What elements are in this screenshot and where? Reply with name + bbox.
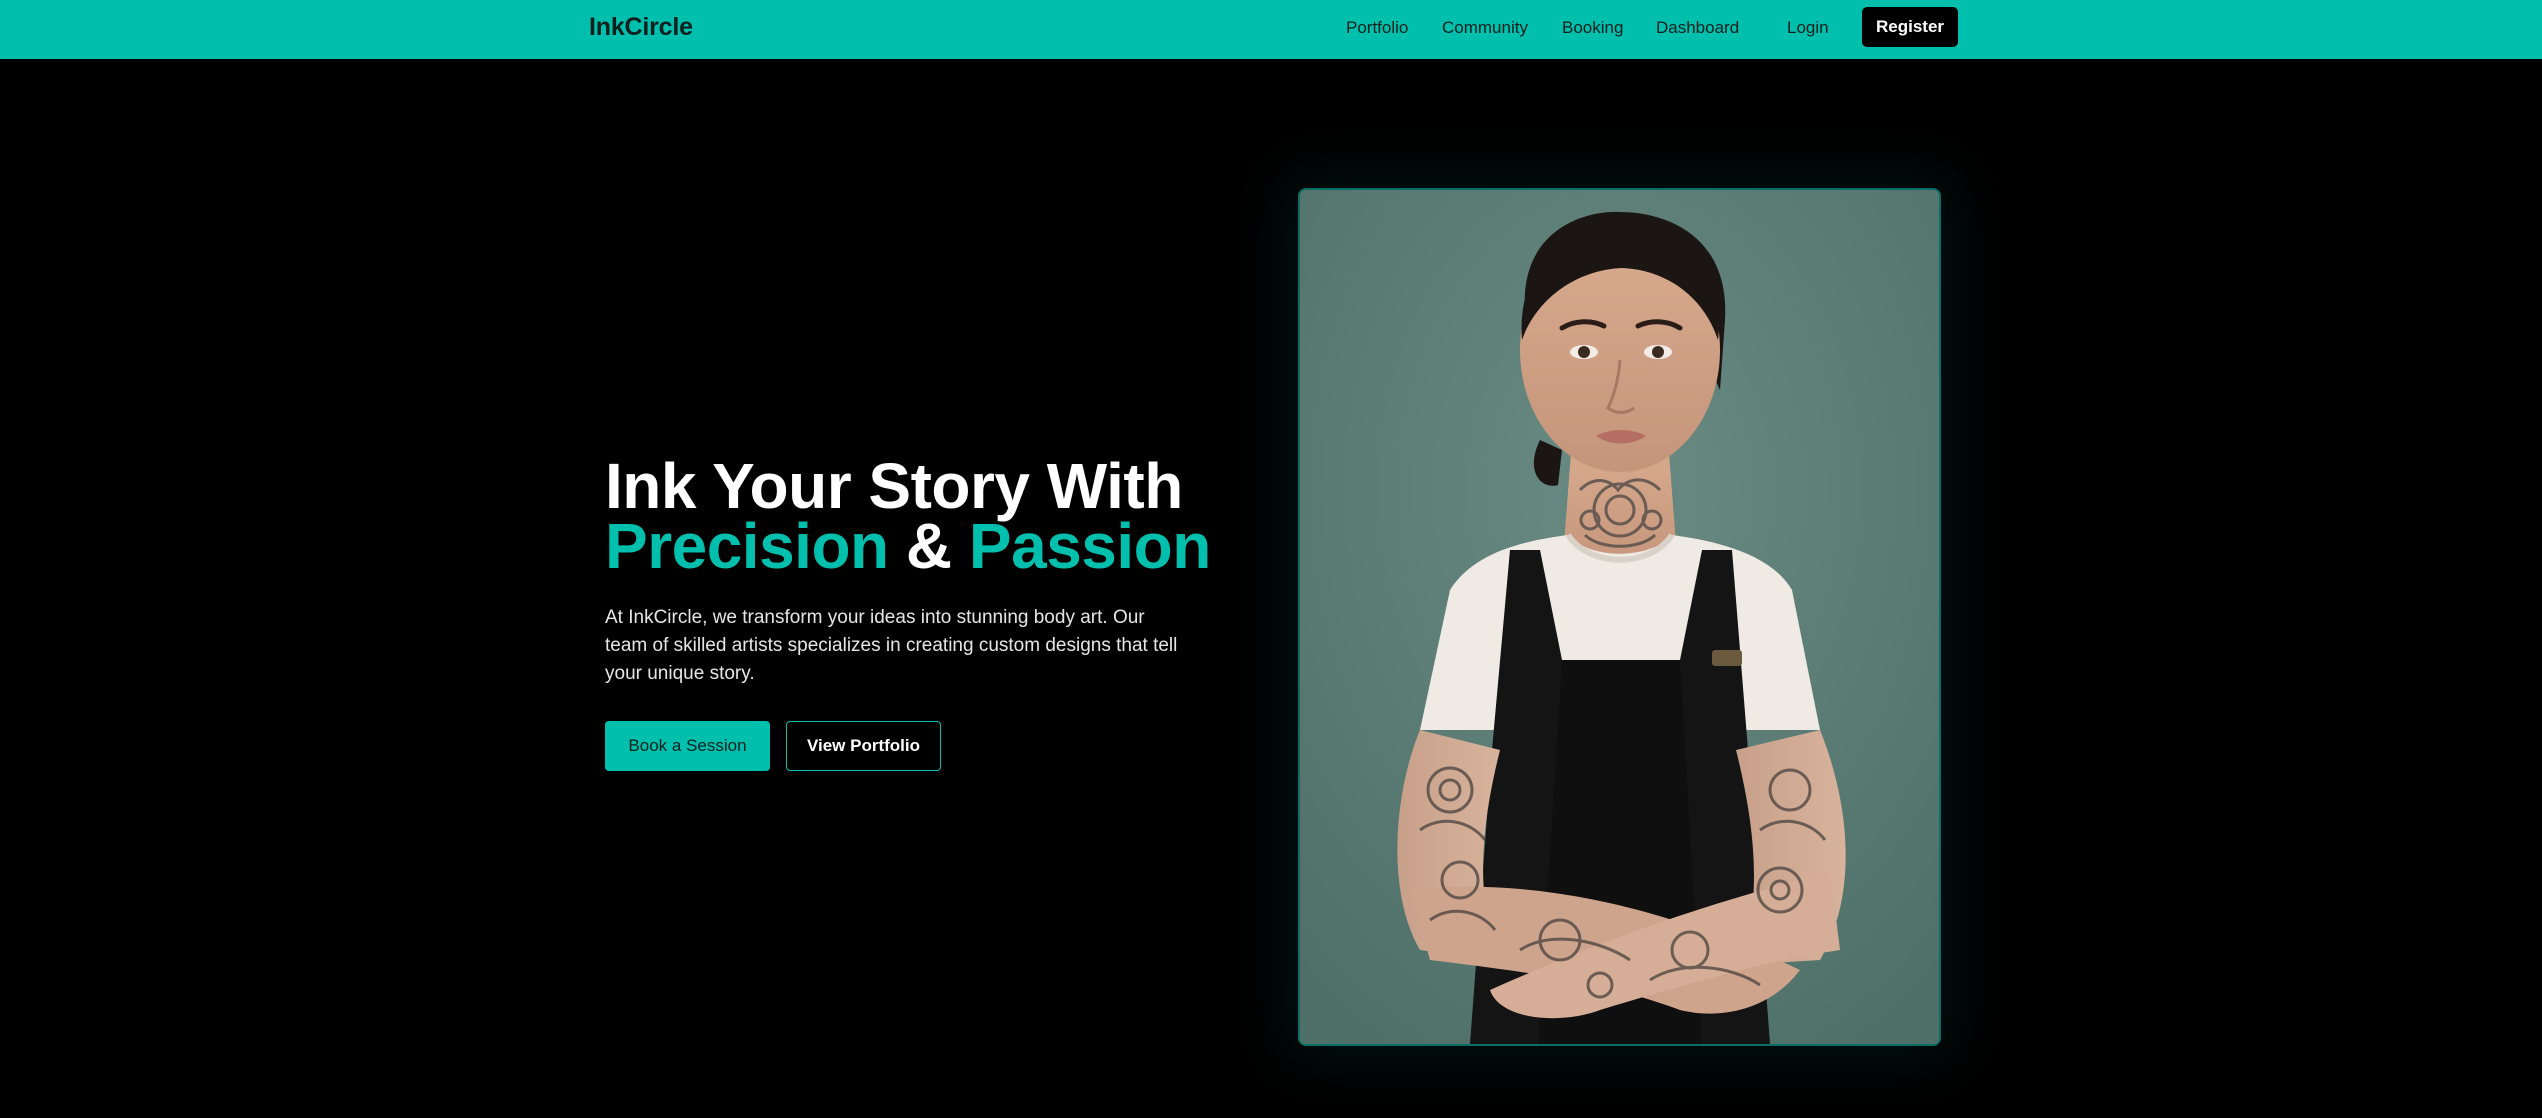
nav-link-dashboard[interactable]: Dashboard — [1656, 0, 1739, 55]
login-link[interactable]: Login — [1787, 0, 1829, 55]
hero-description: At InkCircle, we transform your ideas in… — [605, 607, 1178, 684]
hero-title-ampersand: & — [888, 510, 969, 582]
nav-link-community[interactable]: Community — [1442, 0, 1528, 55]
tattoo-artist-portrait — [1300, 190, 1939, 1044]
view-portfolio-button[interactable]: View Portfolio — [786, 721, 941, 771]
book-session-button[interactable]: Book a Session — [605, 721, 770, 771]
hero-title-line-2: Precision & Passion — [605, 514, 1211, 578]
navbar: InkCircle Portfolio Community Booking Da… — [0, 0, 2542, 59]
register-button[interactable]: Register — [1862, 7, 1958, 47]
nav-link-booking[interactable]: Booking — [1562, 0, 1623, 55]
hero-title-line-1: Ink Your Story With — [605, 450, 1183, 522]
hero-title-precision: Precision — [605, 510, 889, 582]
hero-title: Ink Your Story With Precision & Passion — [605, 450, 1211, 578]
hero-image — [1298, 188, 1941, 1046]
hero-title-passion: Passion — [968, 510, 1211, 582]
nav-link-portfolio[interactable]: Portfolio — [1346, 0, 1408, 55]
brand-logo[interactable]: InkCircle — [589, 0, 693, 55]
